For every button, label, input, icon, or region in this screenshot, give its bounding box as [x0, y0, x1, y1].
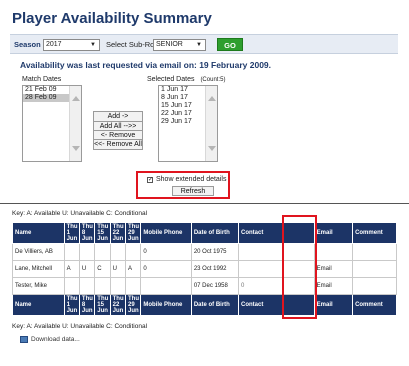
player-name[interactable]: De Villiers, AB [12, 243, 65, 261]
day-cell-unavailable: U [109, 260, 127, 278]
table-row: Tester, Mike 07 Dec 1958 0 Email [12, 277, 397, 295]
day-cell [78, 277, 96, 295]
remove-all-button[interactable]: <<- Remove All [93, 139, 143, 150]
mobile-phone: 0 [140, 243, 192, 261]
selected-dates-listbox[interactable]: 1 Jun 17 8 Jun 17 15 Jun 17 22 Jun 17 29… [158, 85, 218, 162]
day-cell [78, 243, 96, 261]
column-header: Mobile Phone [140, 294, 192, 316]
listbox-scrollbar[interactable] [205, 86, 217, 161]
column-header: Thu 1 Jun [63, 294, 80, 316]
table-footer-row: Name Thu 1 Jun Thu 8 Jun Thu 15 Jun Thu … [12, 294, 397, 316]
subrole-select-value: SENIOR [156, 41, 183, 48]
table-row: De Villiers, AB 0 20 Oct 1975 [12, 243, 397, 261]
column-header: Comment [352, 222, 397, 244]
availability-table: Name Thu 1 Jun Thu 8 Jun Thu 15 Jun Thu … [12, 222, 397, 316]
scroll-up-icon[interactable] [72, 96, 80, 101]
legend-key-top: Key: A: Available U: Unavailable C: Cond… [12, 210, 148, 217]
download-label: Download data... [31, 336, 80, 344]
email-cell[interactable] [313, 243, 354, 261]
column-header: Thu 22 Jun [109, 222, 127, 244]
email-column-highlight [282, 215, 317, 319]
column-header: Mobile Phone [140, 222, 192, 244]
day-cell-conditional: C [94, 260, 111, 278]
match-dates-label: Match Dates [22, 76, 62, 83]
column-header: Date of Birth [190, 294, 239, 316]
extended-details-checkbox[interactable]: ✓ [147, 177, 153, 183]
download-icon [20, 336, 28, 343]
day-cell-unavailable: U [78, 260, 96, 278]
contact [237, 243, 284, 261]
column-header: Date of Birth [190, 222, 239, 244]
season-select-value: 2017 [46, 41, 62, 48]
date-of-birth: 20 Oct 1975 [190, 243, 239, 261]
column-header: Thu 22 Jun [109, 294, 127, 316]
day-cell [63, 277, 80, 295]
legend-key-bottom: Key: A: Available U: Unavailable C: Cond… [12, 323, 148, 330]
listbox-scrollbar[interactable] [69, 86, 81, 161]
day-cell [109, 243, 127, 261]
contact: 0 [237, 277, 284, 295]
column-header: Email [313, 294, 354, 316]
day-cell-available: A [124, 260, 142, 278]
mobile-phone: 0 [140, 260, 192, 278]
chevron-down-icon: ▼ [196, 42, 202, 48]
scroll-down-icon[interactable] [72, 146, 80, 151]
column-header: Email [313, 222, 354, 244]
mobile-phone [140, 277, 192, 295]
email-cell[interactable]: Email [313, 277, 354, 295]
email-cell[interactable]: Email [313, 260, 354, 278]
day-cell [94, 243, 111, 261]
column-header: Comment [352, 294, 397, 316]
date-of-birth: 07 Dec 1958 [190, 277, 239, 295]
extended-details-label: Show extended details [156, 176, 227, 183]
refresh-button[interactable]: Refresh [172, 186, 214, 196]
availability-message: Availability was last requested via emai… [20, 60, 272, 70]
section-divider [0, 203, 409, 204]
day-cell [63, 243, 80, 261]
scroll-up-icon[interactable] [208, 96, 216, 101]
day-cell [124, 243, 142, 261]
chevron-down-icon: ▼ [90, 42, 96, 48]
page-title: Player Availability Summary [12, 10, 212, 27]
subrole-select[interactable]: SENIOR ▼ [153, 39, 206, 51]
selected-dates-count: (Count:5) [200, 77, 226, 83]
player-name[interactable]: Lane, Mitchell [12, 260, 65, 278]
column-header: Contact [237, 294, 284, 316]
season-select[interactable]: 2017 ▼ [43, 39, 100, 51]
match-dates-listbox[interactable]: 21 Feb 09 28 Feb 09 [22, 85, 82, 162]
comment-cell [352, 277, 397, 295]
table-row: Lane, Mitchell A U C U A 0 23 Oct 1992 E… [12, 260, 397, 278]
column-header: Thu 29 Jun [124, 222, 142, 244]
day-cell-available: A [63, 260, 80, 278]
comment-cell [352, 243, 397, 261]
column-header: Name [12, 222, 65, 244]
player-name[interactable]: Tester, Mike [12, 277, 65, 295]
date-of-birth: 23 Oct 1992 [190, 260, 239, 278]
download-link[interactable]: Download data... [20, 336, 80, 343]
day-cell [109, 277, 127, 295]
go-button[interactable]: GO [217, 38, 243, 51]
column-header: Thu 8 Jun [78, 294, 96, 316]
column-header: Thu 8 Jun [78, 222, 96, 244]
column-header: Contact [237, 222, 284, 244]
column-header: Thu 15 Jun [94, 294, 111, 316]
season-filter-bar: Season 2017 ▼ Select Sub-Role SENIOR ▼ G… [10, 34, 398, 54]
selected-dates-label: Selected Dates (Count:5) [147, 76, 225, 83]
selected-dates-title: Selected Dates [147, 76, 195, 83]
comment-cell [352, 260, 397, 278]
column-header: Thu 15 Jun [94, 222, 111, 244]
column-header: Name [12, 294, 65, 316]
column-header: Thu 1 Jun [63, 222, 80, 244]
column-header: Thu 29 Jun [124, 294, 142, 316]
contact [237, 260, 284, 278]
day-cell [124, 277, 142, 295]
table-header-row: Name Thu 1 Jun Thu 8 Jun Thu 15 Jun Thu … [12, 222, 397, 244]
season-label: Season [14, 40, 41, 49]
scroll-down-icon[interactable] [208, 146, 216, 151]
day-cell [94, 277, 111, 295]
